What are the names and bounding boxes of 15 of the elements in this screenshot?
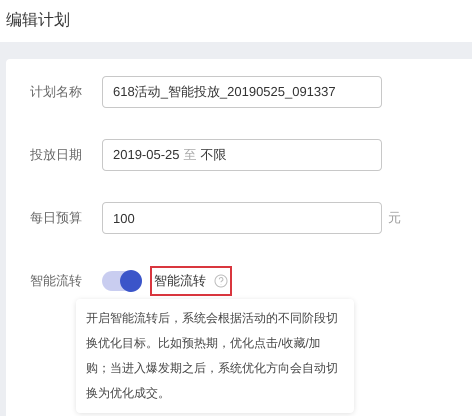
page-title: 编辑计划 bbox=[6, 10, 70, 31]
input-field[interactable]: 100 bbox=[102, 202, 382, 234]
date-range-field[interactable]: 2019-05-25 至 不限 bbox=[102, 139, 382, 171]
range-separator: 至 bbox=[184, 146, 196, 164]
field-label: 计划名称 bbox=[30, 83, 83, 102]
start-date: 2019-05-25 bbox=[113, 146, 180, 164]
field-label: 每日预算 bbox=[30, 209, 83, 228]
switch-label: 智能流转 bbox=[154, 272, 206, 290]
toggle-switch[interactable] bbox=[102, 271, 142, 291]
field-label: 智能流转 bbox=[30, 272, 83, 290]
end-date: 不限 bbox=[200, 146, 226, 164]
unit-label: 元 bbox=[388, 209, 401, 228]
field-label: 投放日期 bbox=[30, 146, 83, 164]
input-field[interactable]: 618活动_智能投放_20190525_091337 bbox=[102, 76, 382, 108]
tooltip-text: 开启智能流转后，系统会根据活动的不同阶段切换优化目标。比如预热期，优化点击/收藏/加购；当进入爆发期之后，系统优化方向会自动切换为优化成交。 bbox=[86, 310, 339, 402]
